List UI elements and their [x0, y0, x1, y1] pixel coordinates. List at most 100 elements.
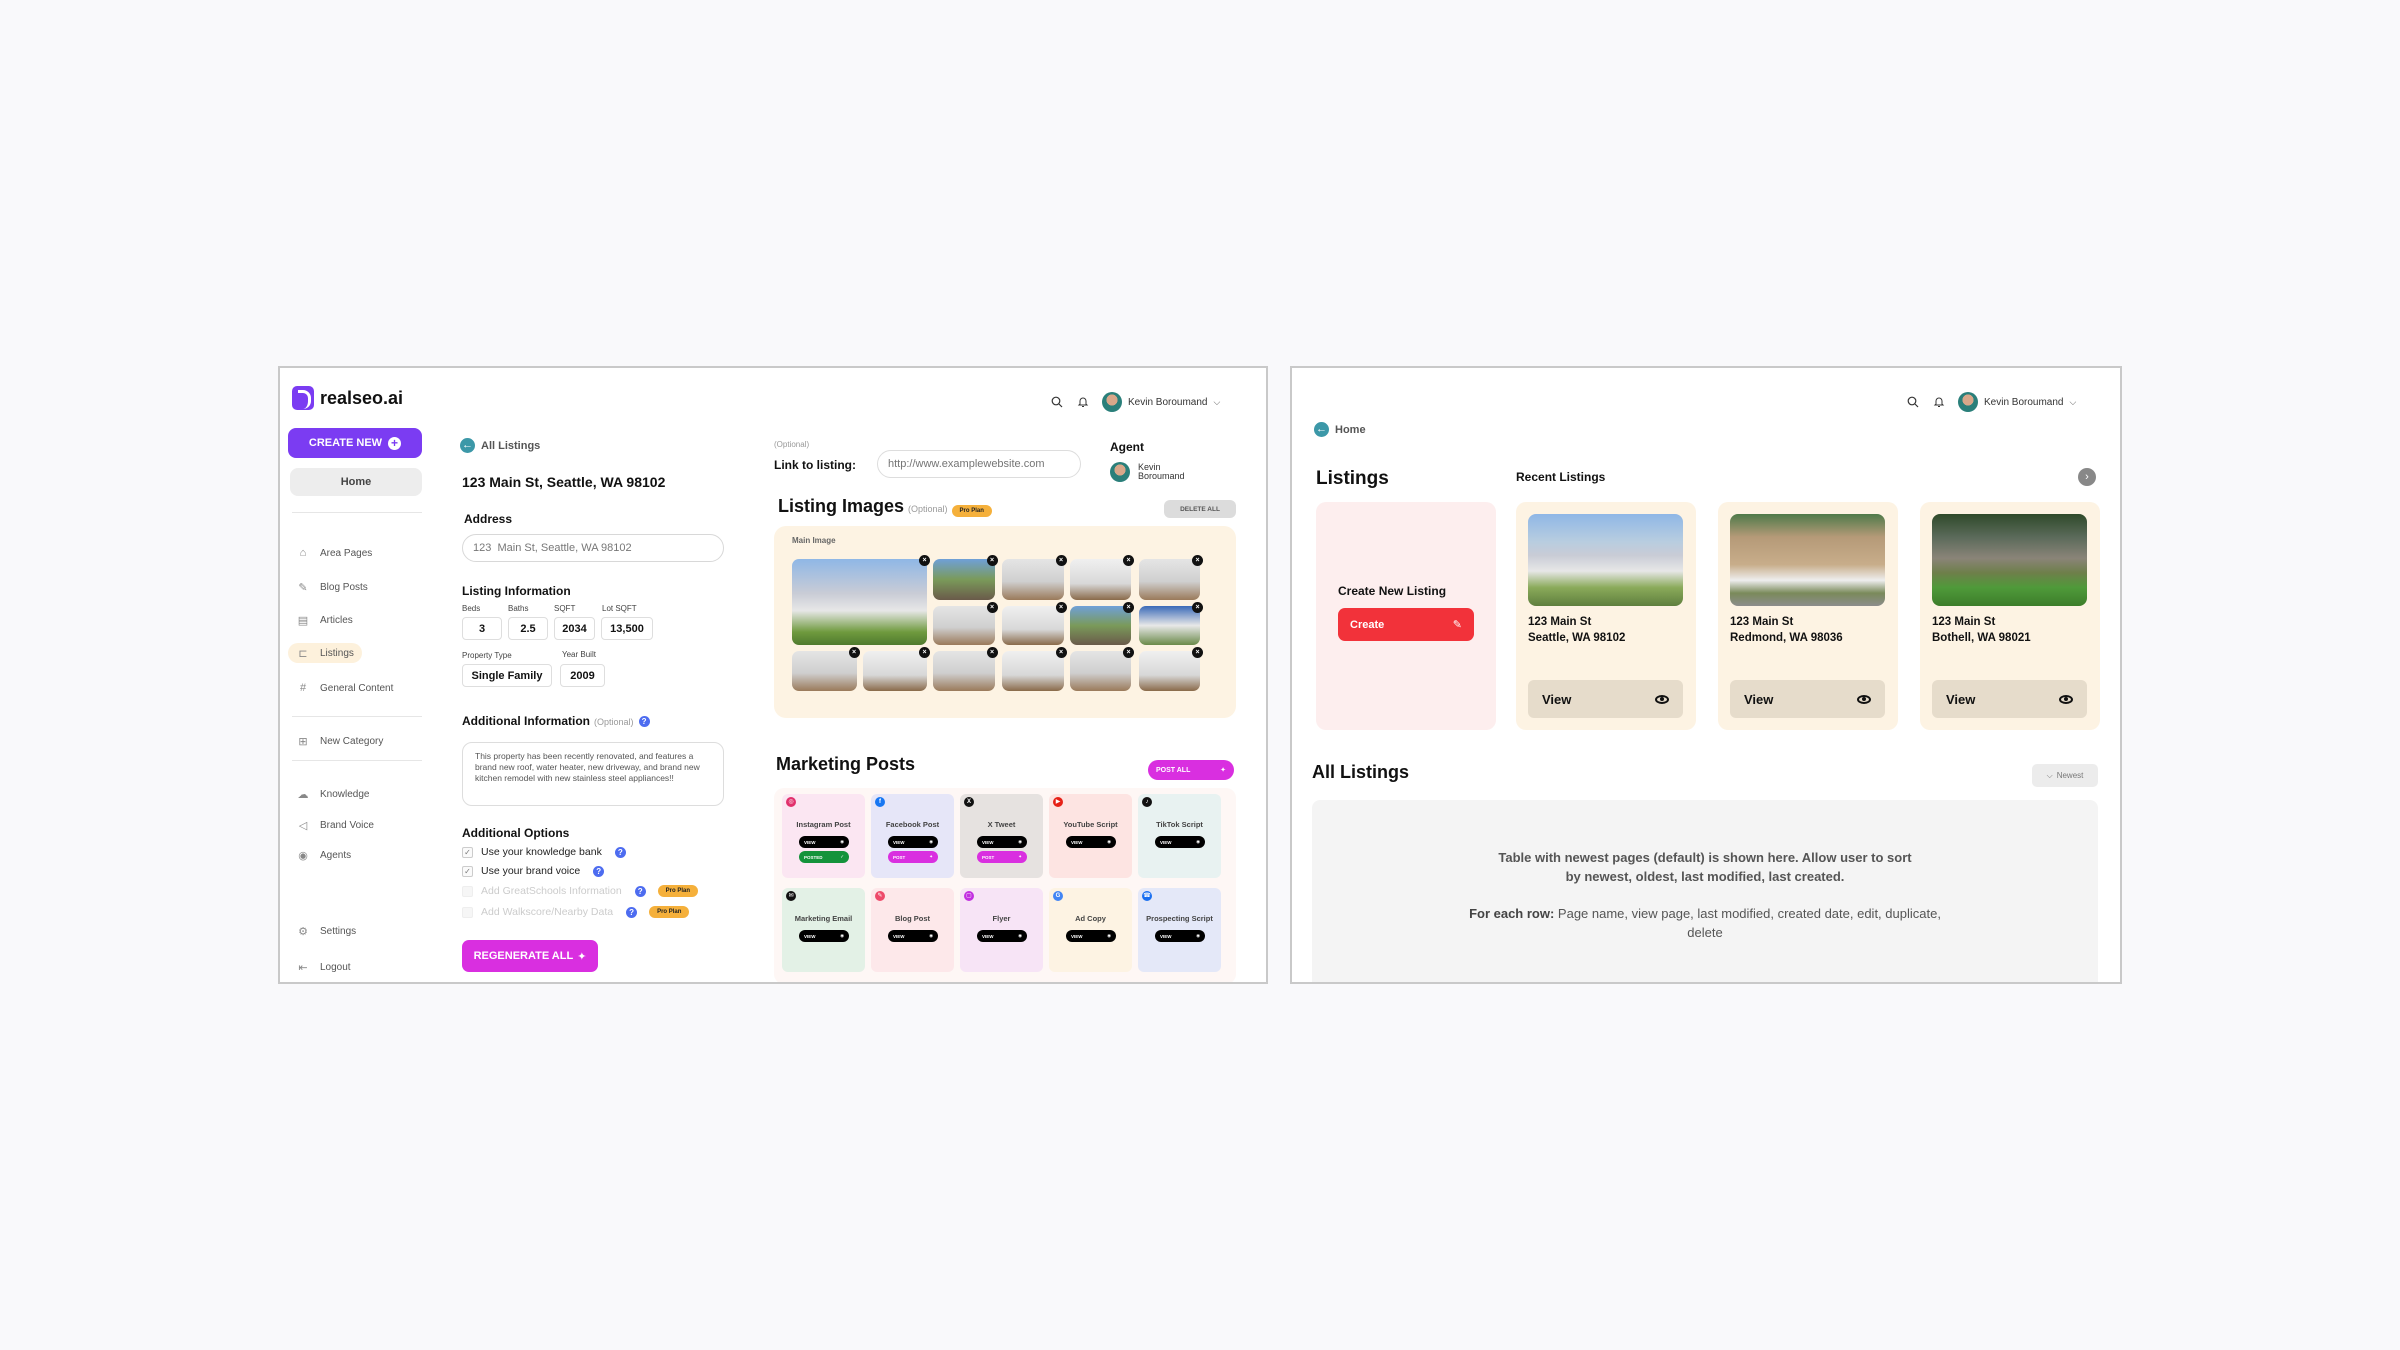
- marketing-post-card-prospecting-script[interactable]: ☎ Prospecting Script VIEW ◉: [1138, 888, 1221, 972]
- remove-image-icon[interactable]: ×: [1055, 601, 1067, 613]
- help-icon[interactable]: ?: [614, 846, 626, 858]
- regenerate-all-button[interactable]: REGENERATE ALL ✦: [462, 940, 598, 972]
- sidebar-item-listings[interactable]: ⊏ Listings: [288, 643, 362, 663]
- bell-icon[interactable]: [1932, 395, 1946, 409]
- view-button[interactable]: VIEW ◉: [1066, 836, 1116, 848]
- view-button[interactable]: VIEW ◉: [1155, 836, 1205, 848]
- view-button[interactable]: VIEW ◉: [1066, 930, 1116, 942]
- remove-image-icon[interactable]: ×: [1192, 601, 1203, 613]
- create-listing-button[interactable]: Create ✎: [1338, 608, 1474, 641]
- listing-image-thumbnail[interactable]: ×: [1002, 646, 1067, 691]
- back-to-all-listings[interactable]: ← All Listings: [460, 438, 540, 453]
- recent-listing-card[interactable]: 123 Main St Seattle, WA 98102 View: [1516, 502, 1696, 730]
- create-new-button[interactable]: CREATE NEW +: [288, 428, 422, 458]
- help-icon[interactable]: ?: [593, 865, 605, 877]
- option-knowledge-bank[interactable]: ✓ Use your knowledge bank?: [462, 846, 626, 858]
- user-menu[interactable]: Kevin Boroumand ⌵: [1102, 392, 1220, 412]
- listing-link-input[interactable]: [877, 450, 1081, 478]
- recent-listing-card[interactable]: 123 Main St Redmond, WA 98036 View: [1718, 502, 1898, 730]
- sidebar-item-settings[interactable]: ⚙ Settings: [288, 921, 364, 941]
- logo[interactable]: realseo.ai: [292, 386, 403, 410]
- marketing-post-card-ad-copy[interactable]: G Ad Copy VIEW ◉: [1049, 888, 1132, 972]
- lot-sqft-field[interactable]: 13,500: [601, 617, 653, 640]
- marketing-post-card-flyer[interactable]: ▢ Flyer VIEW ◉: [960, 888, 1043, 972]
- remove-image-icon[interactable]: ×: [986, 601, 998, 613]
- listing-image-thumbnail[interactable]: ×: [1138, 555, 1203, 600]
- sidebar-item-area-pages[interactable]: ⌂ Area Pages: [288, 543, 380, 563]
- sidebar-item-new-category[interactable]: ⊞ New Category: [288, 731, 391, 751]
- marketing-post-card-instagram-post[interactable]: ◎ Instagram Post VIEW ◉ POSTED ✓: [782, 794, 865, 878]
- year-built-field[interactable]: 2009: [560, 664, 605, 687]
- posted-button[interactable]: POSTED ✓: [799, 851, 849, 863]
- listing-image-thumbnail[interactable]: ×: [933, 555, 998, 600]
- sidebar-item-agents[interactable]: ◉ Agents: [288, 845, 359, 865]
- view-button[interactable]: VIEW ◉: [1155, 930, 1205, 942]
- baths-field[interactable]: 2.5: [508, 617, 548, 640]
- back-to-home[interactable]: ← Home: [1314, 422, 1366, 437]
- help-icon[interactable]: ?: [634, 885, 646, 897]
- listing-image-thumbnail[interactable]: ×: [1069, 601, 1134, 645]
- sidebar-item-logout[interactable]: ⇤ Logout: [288, 957, 359, 977]
- marketing-post-card-facebook-post[interactable]: f Facebook Post VIEW ◉ POST ✦: [871, 794, 954, 878]
- remove-image-icon[interactable]: ×: [848, 646, 860, 658]
- remove-image-icon[interactable]: ×: [919, 646, 930, 658]
- sort-dropdown[interactable]: ⌵ Newest: [2032, 764, 2098, 787]
- search-icon[interactable]: [1050, 395, 1064, 409]
- sidebar-item-brand-voice[interactable]: ◁ Brand Voice: [288, 815, 382, 835]
- remove-image-icon[interactable]: ×: [1192, 555, 1203, 566]
- listing-image-thumbnail[interactable]: ×: [933, 601, 998, 645]
- marketing-post-card-marketing-email[interactable]: ✉ Marketing Email VIEW ◉: [782, 888, 865, 972]
- sidebar-item-general-content[interactable]: # General Content: [288, 678, 401, 698]
- remove-image-icon[interactable]: ×: [1123, 601, 1134, 613]
- remove-image-icon[interactable]: ×: [986, 646, 998, 658]
- agent-selector[interactable]: Kevin Boroumand: [1110, 462, 1185, 482]
- help-icon[interactable]: ?: [626, 906, 638, 918]
- remove-image-icon[interactable]: ×: [1123, 646, 1134, 658]
- post-all-button[interactable]: POST ALL ✦: [1148, 760, 1234, 780]
- view-button[interactable]: VIEW ◉: [799, 836, 849, 848]
- beds-field[interactable]: 3: [462, 617, 502, 640]
- remove-image-icon[interactable]: ×: [1055, 555, 1067, 566]
- chevron-right-icon[interactable]: ›: [2078, 468, 2096, 486]
- marketing-post-card-blog-post[interactable]: ✎ Blog Post VIEW ◉: [871, 888, 954, 972]
- recent-listing-card[interactable]: 123 Main St Bothell, WA 98021 View: [1920, 502, 2100, 730]
- main-listing-image[interactable]: ×: [792, 555, 930, 645]
- marketing-post-card-tiktok-script[interactable]: ♪ TikTok Script VIEW ◉: [1138, 794, 1221, 878]
- listing-image-thumbnail[interactable]: ×: [1069, 646, 1134, 691]
- sidebar-item-articles[interactable]: ▤ Articles: [288, 610, 361, 630]
- sidebar-item-blog-posts[interactable]: ✎ Blog Posts: [288, 577, 376, 597]
- view-button[interactable]: VIEW ◉: [977, 836, 1027, 848]
- post-button[interactable]: POST ✦: [888, 851, 938, 863]
- sidebar-item-knowledge[interactable]: ☁ Knowledge: [288, 784, 377, 804]
- listing-image-thumbnail[interactable]: ×: [1069, 555, 1134, 600]
- remove-image-icon[interactable]: ×: [1192, 646, 1203, 658]
- view-listing-button[interactable]: View: [1932, 680, 2087, 718]
- option-brand-voice[interactable]: ✓ Use your brand voice?: [462, 865, 605, 877]
- remove-image-icon[interactable]: ×: [919, 555, 930, 566]
- marketing-post-card-x-tweet[interactable]: X X Tweet VIEW ◉ POST ✦: [960, 794, 1043, 878]
- view-button[interactable]: VIEW ◉: [799, 930, 849, 942]
- help-icon[interactable]: ?: [638, 716, 650, 728]
- address-input[interactable]: [462, 534, 724, 562]
- listing-image-thumbnail[interactable]: ×: [1138, 601, 1203, 645]
- remove-image-icon[interactable]: ×: [1055, 646, 1067, 658]
- listing-image-thumbnail[interactable]: ×: [862, 646, 930, 691]
- remove-image-icon[interactable]: ×: [986, 555, 998, 566]
- listing-image-thumbnail[interactable]: ×: [933, 646, 998, 691]
- listing-image-thumbnail[interactable]: ×: [1138, 646, 1203, 691]
- post-button[interactable]: POST ✦: [977, 851, 1027, 863]
- view-button[interactable]: VIEW ◉: [888, 930, 938, 942]
- checkbox-checked[interactable]: ✓: [462, 846, 473, 858]
- home-button[interactable]: Home: [290, 468, 422, 496]
- property-type-field[interactable]: Single Family: [462, 664, 552, 687]
- listing-image-thumbnail[interactable]: ×: [792, 646, 860, 691]
- view-button[interactable]: VIEW ◉: [977, 930, 1027, 942]
- user-menu[interactable]: Kevin Boroumand ⌵: [1958, 392, 2076, 412]
- search-icon[interactable]: [1906, 395, 1920, 409]
- marketing-post-card-youtube-script[interactable]: ▶ YouTube Script VIEW ◉: [1049, 794, 1132, 878]
- sqft-field[interactable]: 2034: [554, 617, 595, 640]
- checkbox-checked[interactable]: ✓: [462, 865, 473, 877]
- listing-image-thumbnail[interactable]: ×: [1002, 555, 1067, 600]
- view-listing-button[interactable]: View: [1528, 680, 1683, 718]
- view-listing-button[interactable]: View: [1730, 680, 1885, 718]
